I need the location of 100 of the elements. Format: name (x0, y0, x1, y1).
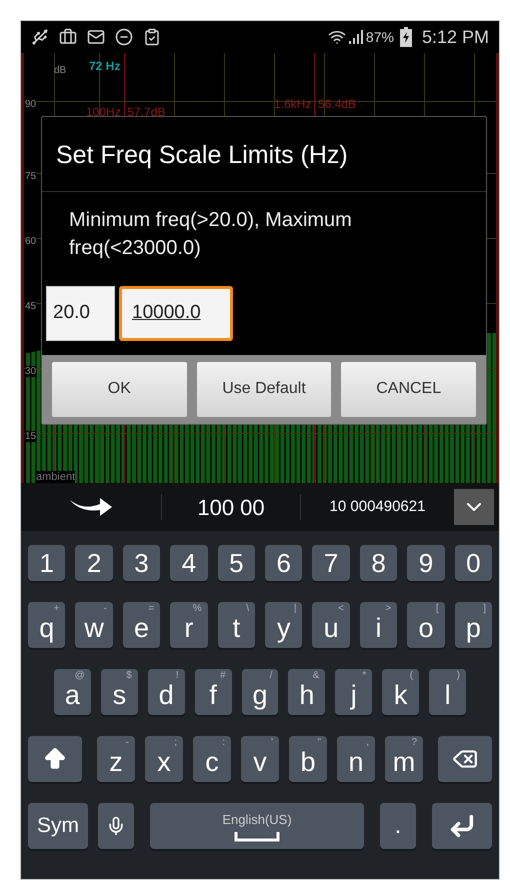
dialog-button[interactable]: OK (52, 362, 187, 416)
collapse-button[interactable] (454, 489, 494, 525)
key-hint: & (312, 670, 320, 682)
key-hint: / (270, 670, 272, 682)
key-hint: @ (74, 670, 85, 682)
key-hint: = (148, 603, 154, 615)
axis-label: 45 (25, 301, 36, 312)
keyboard-key[interactable]: k ( (382, 669, 420, 715)
battery-charging-icon (400, 27, 412, 47)
key-hint: # (220, 670, 226, 682)
keyboard-key[interactable]: 6 (265, 545, 302, 581)
key-hint: " (317, 737, 321, 749)
briefcase-icon (59, 28, 77, 46)
shift-icon (42, 746, 68, 772)
battery-level: 87% (366, 28, 394, 46)
key-hint: - (126, 737, 129, 749)
space-icon (234, 832, 280, 842)
mail-icon (87, 28, 105, 46)
keyboard-key[interactable]: 2 (75, 545, 113, 581)
keyboard-key[interactable]: n , (337, 736, 375, 782)
keyboard-key[interactable]: 1 (28, 545, 66, 581)
keyboard-key[interactable]: p ] (454, 602, 492, 648)
keyboard-key[interactable]: h & (288, 669, 326, 715)
shift-key[interactable] (28, 736, 82, 782)
arrow-icon[interactable] (68, 496, 114, 518)
keyboard-key[interactable]: 8 (360, 545, 398, 581)
suggestion[interactable]: 100 00 (162, 490, 300, 524)
key-hint: ; (174, 737, 177, 749)
key-hint: ( (410, 670, 414, 682)
keyboard-key[interactable]: 9 (407, 545, 445, 581)
keyboard-key[interactable]: y | (265, 602, 302, 648)
suggestion[interactable]: 10 000490621 (301, 496, 454, 518)
keyboard-key[interactable]: t \ (218, 602, 256, 648)
key-hint: [ (436, 603, 439, 615)
keyboard-key[interactable]: c : (193, 736, 231, 782)
input-field[interactable]: 20.0 (46, 286, 115, 340)
key-hint: ? (411, 737, 417, 749)
axis-label: 90 (25, 99, 36, 110)
key-hint: % (192, 603, 202, 615)
peak-frequency: 72 Hz (89, 58, 120, 75)
key-hint: $ (126, 670, 132, 682)
clock-time: 5:12 PM (422, 26, 489, 48)
key-hint: | (294, 603, 296, 615)
enter-key[interactable] (432, 803, 492, 849)
keyboard-key[interactable]: i > (360, 602, 398, 648)
key-hint: + (54, 603, 60, 615)
key-hint: ] (483, 603, 486, 615)
key-hint: ) (456, 670, 460, 682)
peak-marker: 1.6kHz 56.4dB (274, 96, 356, 113)
input-field[interactable]: 10000.0 (119, 286, 233, 340)
dialog-title: Set Freq Scale Limits (Hz) (42, 117, 486, 192)
keyboard-key[interactable]: w - (75, 602, 113, 648)
keyboard-key[interactable]: m ? (385, 736, 423, 782)
keyboard-key[interactable]: u < (312, 602, 350, 648)
key-hint: : (222, 737, 225, 749)
key-hint: > (385, 603, 392, 615)
sym-key[interactable]: Sym (28, 803, 88, 849)
key-hint: , (366, 737, 369, 749)
keyboard-key[interactable]: e = (122, 602, 160, 648)
keyboard-key[interactable]: o [ (407, 602, 445, 648)
axis-label: 75 (25, 171, 36, 182)
wifi-icon (328, 28, 346, 46)
key-hint: < (338, 603, 344, 615)
dialog-button[interactable]: Use Default (196, 362, 332, 416)
keyboard-key[interactable]: b " (289, 736, 327, 782)
voice-input-key[interactable] (98, 803, 134, 849)
key-hint: ' (271, 737, 273, 749)
keyboard-key[interactable]: r % (170, 602, 208, 648)
axis-label: 15 (25, 431, 36, 442)
keyboard-key[interactable]: 5 (218, 545, 256, 581)
keyboard-key[interactable]: g / (242, 669, 278, 715)
keyboard-key[interactable]: 7 (312, 545, 350, 581)
dialog-button[interactable]: CANCEL (341, 362, 476, 416)
keyboard-key[interactable]: 4 (170, 545, 208, 581)
keyboard-key[interactable]: l ) (429, 669, 466, 715)
keyboard-key[interactable]: j * (335, 669, 372, 715)
keyboard-key[interactable]: 0 (454, 545, 492, 581)
enter-icon (448, 812, 476, 840)
block-icon (115, 28, 133, 46)
space-key[interactable]: English(US) (150, 803, 364, 849)
keyboard-key[interactable]: z - (97, 736, 135, 782)
keyboard-key[interactable]: s $ (100, 669, 138, 715)
backspace-key[interactable] (438, 736, 492, 782)
keyboard-key[interactable]: f # (194, 669, 232, 715)
signal-icon (348, 29, 364, 45)
dialog-message: Minimum freq(>20.0), Maximum freq(<23000.0) (68, 208, 353, 260)
keyboard-key[interactable]: v ' (241, 736, 279, 782)
key-hint: \ (246, 603, 250, 615)
clipboard-icon (143, 28, 161, 46)
usb-icon (31, 28, 49, 46)
keyboard-key[interactable]: q + (28, 602, 66, 648)
keyboard-key[interactable]: a @ (54, 669, 91, 715)
period-key[interactable]: . (380, 803, 416, 849)
axis-label: 30 (25, 366, 36, 377)
key-hint: - (103, 603, 107, 615)
keyboard-key[interactable]: 3 (122, 545, 160, 581)
keyboard-key[interactable]: d ! (148, 669, 185, 715)
axis-label: 60 (25, 236, 36, 247)
key-hint: ! (176, 670, 179, 682)
keyboard-key[interactable]: x ; (145, 736, 183, 782)
